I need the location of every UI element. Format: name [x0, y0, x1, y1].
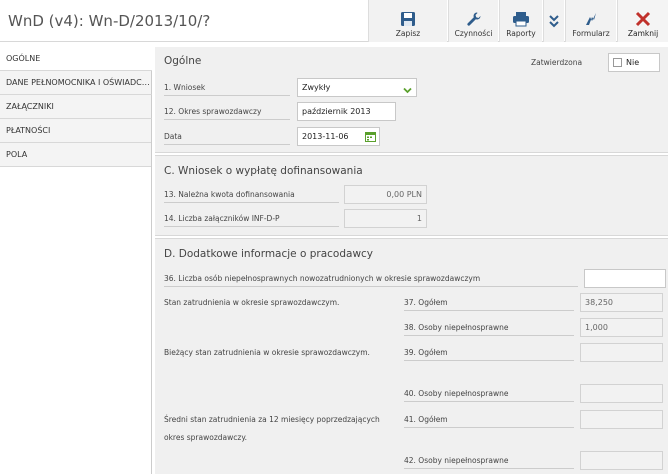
close-button[interactable]: Zamknij	[617, 0, 668, 42]
attachments-count-field: 1	[344, 209, 427, 228]
main-content: Ogólne Zatwierdzona Nie 1. Wniosek Zwykł…	[155, 47, 668, 474]
f36-input[interactable]	[584, 269, 666, 288]
approved-checkbox[interactable]	[613, 58, 622, 67]
form-label: Formularz	[572, 29, 610, 38]
f42-field	[580, 451, 663, 470]
attachments-count-label: 14. Liczba załączników INF-D-P	[164, 214, 339, 227]
sidebar-border	[151, 120, 152, 474]
sidebar: OGÓLNE DANE PEŁNOMOCNIKA I OŚWIADCZENIA …	[0, 47, 152, 167]
f38-field: 1,000	[580, 318, 663, 337]
window-title: WnD (v4): Wn-D/2013/10/?	[8, 12, 211, 30]
f37-field: 38,250	[580, 293, 663, 312]
f36-label: 36. Liczba osób niepełnosprawnych nowoza…	[164, 274, 578, 287]
section-separator	[155, 235, 668, 239]
wniosek-select[interactable]: Zwykły	[297, 78, 417, 97]
date-value: 2013-11-06	[302, 132, 349, 141]
amount-label: 13. Należna kwota dofinansowania	[164, 190, 339, 203]
date-input[interactable]: 2013-11-06	[297, 127, 380, 146]
section-separator	[155, 152, 668, 156]
approved-value: Nie	[626, 58, 640, 67]
f42-label: 42. Osoby niepełnosprawne	[404, 456, 574, 469]
amount-field: 0,00 PLN	[344, 185, 427, 204]
period-input[interactable]: październik 2013	[297, 102, 396, 121]
wrench-icon	[466, 11, 482, 27]
actions-button[interactable]: Czynności	[448, 0, 498, 42]
section-general-title: Ogólne	[164, 55, 202, 67]
form-button[interactable]: Formularz	[565, 0, 616, 42]
actions-label: Czynności	[454, 29, 493, 38]
group1-label: Stan zatrudnienia w okresie sprawozdawcz…	[164, 298, 340, 307]
approved-label: Zatwierdzona	[531, 58, 583, 67]
section-c-title: C. Wniosek o wypłatę dofinansowania	[164, 165, 363, 177]
save-button[interactable]: Zapisz	[368, 0, 447, 42]
group2-label: Bieżący stan zatrudnienia w okresie spra…	[164, 348, 370, 357]
double-chevron-down-icon	[549, 14, 559, 28]
more-dropdown-button[interactable]	[543, 0, 564, 42]
f40-label: 40. Osoby niepełnosprawne	[404, 389, 574, 402]
wniosek-value: Zwykły	[302, 83, 331, 92]
f39-label: 39. Ogółem	[404, 348, 574, 361]
f39-field	[580, 343, 663, 362]
f41-field	[580, 410, 663, 429]
reports-button[interactable]: Raporty	[499, 0, 542, 42]
save-label: Zapisz	[395, 29, 421, 38]
f41-label: 41. Ogółem	[404, 415, 574, 428]
group3-label-line2: okres sprawozdawczy.	[164, 433, 248, 442]
approved-checkbox-field[interactable]: Nie	[608, 53, 660, 72]
close-icon	[635, 11, 651, 27]
f38-label: 38. Osoby niepełnosprawne	[404, 323, 574, 336]
sidebar-item-attachments[interactable]: ZAŁĄCZNIKI	[0, 95, 152, 119]
f40-field	[580, 384, 663, 403]
section-d-title: D. Dodatkowe informacje o pracodawcy	[164, 248, 374, 260]
header: WnD (v4): Wn-D/2013/10/? Zapisz Czynnośc…	[0, 0, 668, 42]
wniosek-label: 1. Wniosek	[164, 83, 290, 96]
sidebar-item-fields[interactable]: POLA	[0, 143, 152, 167]
printer-icon	[512, 11, 530, 27]
lightning-icon	[583, 11, 599, 27]
period-label: 12. Okres sprawozdawczy	[164, 107, 290, 120]
reports-label: Raporty	[506, 29, 536, 38]
calendar-icon[interactable]	[365, 131, 376, 148]
date-label: Data	[164, 132, 290, 145]
group3-label-line1: Średni stan zatrudnienia za 12 miesięcy …	[164, 415, 380, 424]
close-label: Zamknij	[627, 29, 659, 38]
floppy-disk-icon	[400, 11, 416, 27]
chevron-down-icon	[403, 83, 412, 100]
f37-label: 37. Ogółem	[404, 298, 574, 311]
sidebar-item-general[interactable]: OGÓLNE	[0, 47, 152, 71]
sidebar-item-payments[interactable]: PŁATNOŚCI	[0, 119, 152, 143]
sidebar-item-proxy-data[interactable]: DANE PEŁNOMOCNIKA I OŚWIADCZENIA	[0, 71, 152, 95]
